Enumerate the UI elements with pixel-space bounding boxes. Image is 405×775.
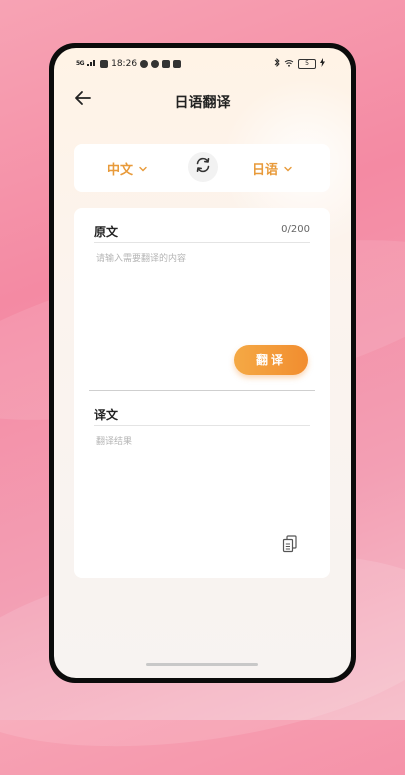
translate-button[interactable]: 翻译 bbox=[234, 345, 308, 375]
source-input[interactable]: 请输入需要翻译的内容 bbox=[96, 251, 186, 264]
video-icon bbox=[162, 59, 171, 68]
app-screen: 5G 18:26 5 日语翻译 中文 日语 原文 0/200 请输入需要翻译的内… bbox=[54, 48, 351, 678]
chevron-down-icon bbox=[284, 161, 292, 176]
source-language-label: 中文 bbox=[107, 163, 134, 178]
signal-icon bbox=[87, 58, 97, 69]
section-divider bbox=[89, 390, 315, 391]
chat-icon bbox=[151, 59, 160, 68]
target-language-dropdown[interactable]: 日语 bbox=[252, 159, 292, 178]
status-time: 18:26 bbox=[111, 58, 138, 69]
character-counter: 0/200 bbox=[281, 224, 310, 235]
copy-icon bbox=[282, 535, 298, 557]
language-selector-card: 中文 日语 bbox=[74, 144, 330, 192]
cloud-icon bbox=[140, 59, 149, 68]
app-header: 日语翻译 bbox=[54, 86, 351, 116]
result-label: 译文 bbox=[94, 408, 119, 422]
network-indicator: 5G bbox=[76, 60, 85, 67]
home-indicator[interactable] bbox=[146, 663, 258, 666]
chevron-down-icon bbox=[139, 161, 147, 176]
swap-language-button[interactable] bbox=[188, 152, 218, 182]
swap-icon bbox=[194, 156, 212, 178]
phone-frame: 5G 18:26 5 日语翻译 中文 日语 原文 0/200 请输入需要翻译的内… bbox=[49, 43, 356, 683]
result-output: 翻译结果 bbox=[96, 437, 133, 447]
bluetooth-icon bbox=[274, 57, 280, 70]
target-language-label: 日语 bbox=[252, 163, 279, 178]
charging-icon bbox=[320, 58, 325, 70]
wifi-icon bbox=[284, 59, 294, 70]
status-bar: 5G 18:26 5 bbox=[54, 48, 351, 76]
status-right: 5 bbox=[274, 57, 325, 70]
battery-indicator: 5 bbox=[298, 59, 316, 69]
source-underline bbox=[94, 242, 310, 243]
source-language-dropdown[interactable]: 中文 bbox=[107, 159, 147, 178]
copy-button[interactable] bbox=[282, 535, 298, 553]
source-label: 原文 bbox=[94, 225, 119, 239]
mail-icon bbox=[173, 59, 182, 68]
page-title: 日语翻译 bbox=[174, 95, 231, 111]
translation-card: 原文 0/200 请输入需要翻译的内容 翻译 译文 翻译结果 bbox=[74, 208, 330, 578]
result-underline bbox=[94, 425, 310, 426]
hd-icon bbox=[100, 59, 109, 68]
status-left: 5G 18:26 bbox=[76, 58, 182, 69]
